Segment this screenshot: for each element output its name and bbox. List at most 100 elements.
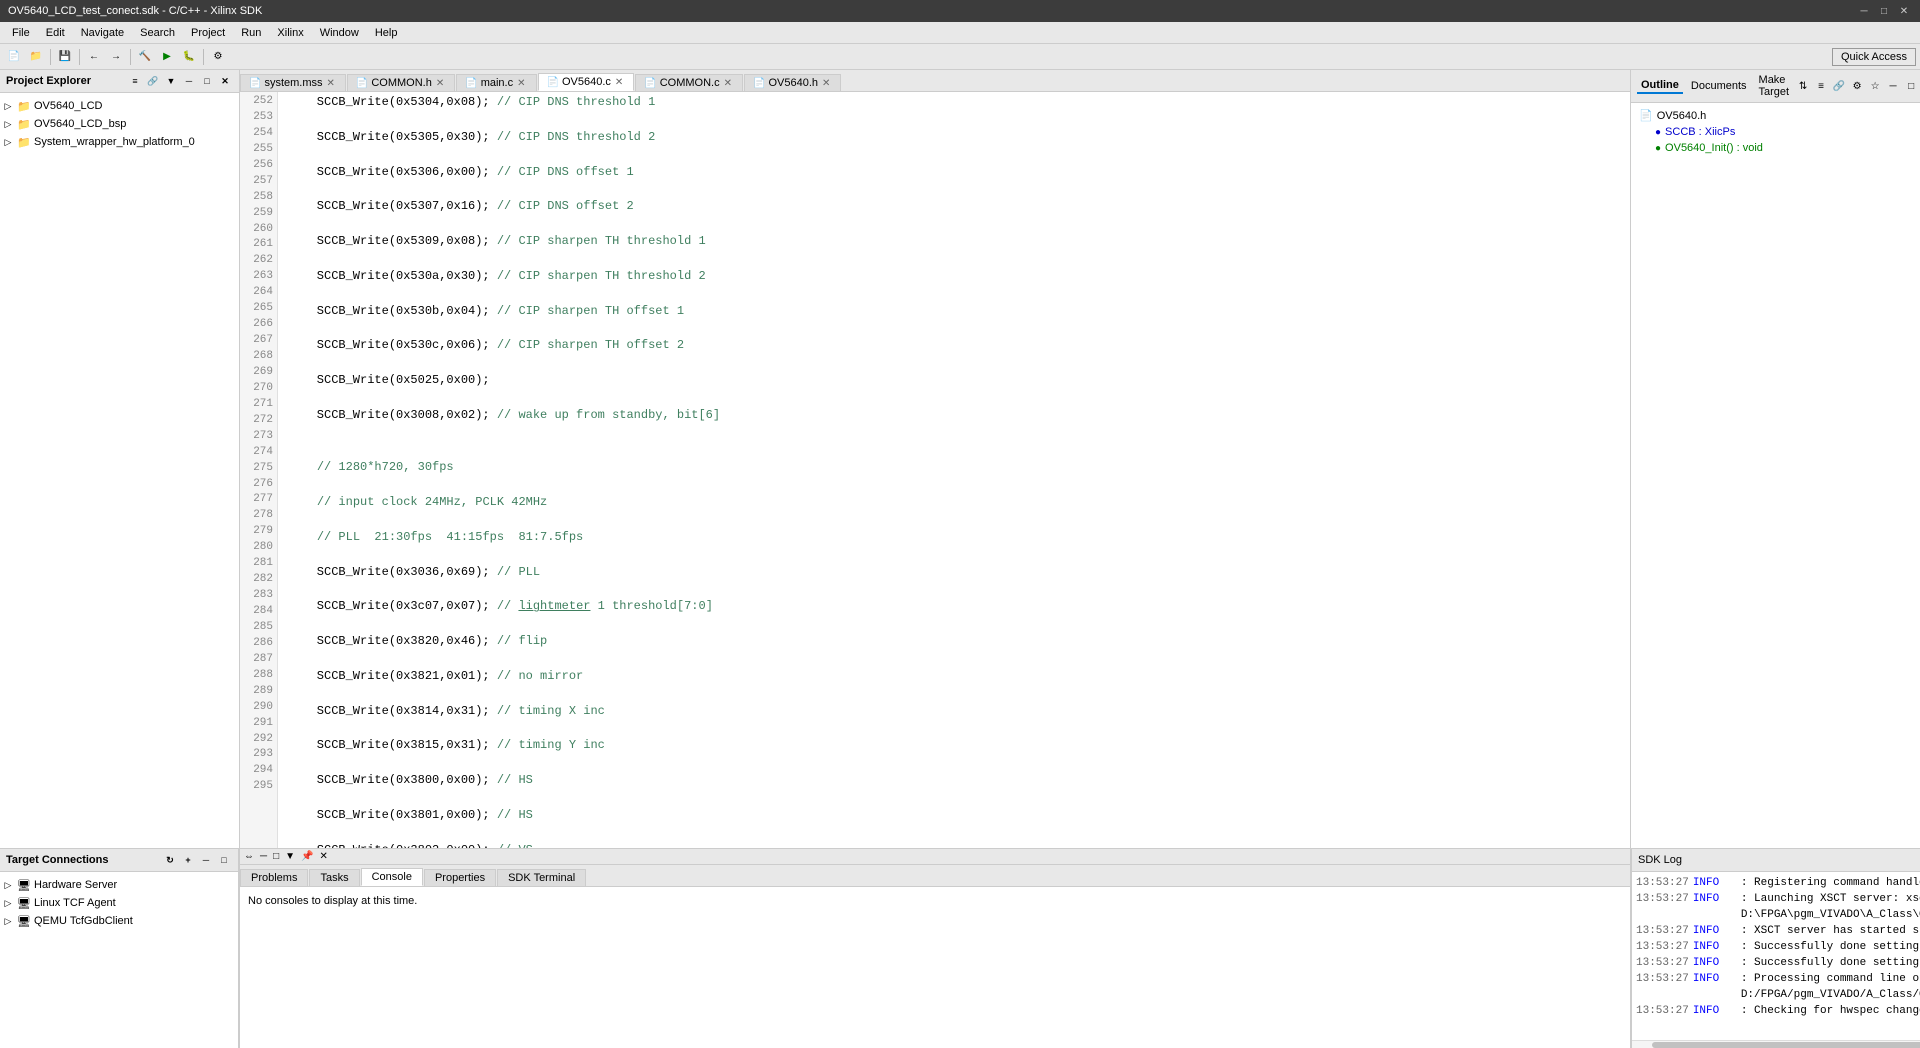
pin-icon[interactable]: 📌: [301, 851, 313, 862]
menu-help[interactable]: Help: [367, 25, 406, 41]
tab-close-icon[interactable]: ✕: [327, 78, 335, 89]
target-qemu[interactable]: ▷ 🖥 QEMU TcfGdbClient: [0, 912, 238, 930]
maximize-panel-icon[interactable]: □: [199, 73, 215, 89]
log-message: : Successfully done setting SDK workspac…: [1741, 956, 1920, 972]
tree-item-ov5640-lcd-bsp[interactable]: ▷ 📁 OV5640_LCD_bsp: [0, 115, 239, 133]
sep4: [203, 49, 204, 65]
filter-icon[interactable]: ≡: [1813, 78, 1829, 94]
maximize-console-icon[interactable]: ⇔: [244, 851, 254, 862]
refresh-icon[interactable]: ↻: [162, 852, 178, 868]
tab-common-h[interactable]: 📄 COMMON.h ✕: [347, 74, 455, 91]
tab-close-icon[interactable]: ✕: [615, 77, 623, 88]
close-panel-icon[interactable]: ✕: [217, 73, 233, 89]
code-line: SCCB_Write(0x5305,0x30); // CIP DNS thre…: [286, 129, 1622, 146]
outline-item-init[interactable]: ● OV5640_Init() : void: [1635, 140, 1916, 156]
tree-item-ov5640-lcd[interactable]: ▷ 📁 OV5640_LCD: [0, 97, 239, 115]
tab-close-icon[interactable]: ✕: [436, 78, 444, 89]
log-message: : XSCT server has started successfully.: [1741, 924, 1920, 940]
outline-item-sccb[interactable]: ● SCCB : XiicPs: [1635, 124, 1916, 140]
log-entry: 13:53:27 INFO : Registering command hand…: [1636, 876, 1920, 892]
scrollbar-thumb[interactable]: [1652, 1042, 1920, 1048]
menu-navigate[interactable]: Navigate: [73, 25, 132, 41]
tab-tasks[interactable]: Tasks: [309, 869, 359, 886]
log-level: INFO: [1693, 972, 1733, 1004]
save-btn[interactable]: 💾: [55, 47, 75, 67]
menu-xilinx[interactable]: Xilinx: [269, 25, 311, 41]
menu-edit[interactable]: Edit: [38, 25, 73, 41]
tab-label: COMMON.h: [371, 77, 432, 89]
maximize-icon[interactable]: □: [216, 852, 232, 868]
sdk-log-scrollbar[interactable]: [1632, 1040, 1920, 1048]
maximize-button[interactable]: □: [1876, 3, 1892, 19]
outline-item-file[interactable]: 📄 OV5640.h: [1635, 107, 1916, 124]
close-button[interactable]: ✕: [1896, 3, 1912, 19]
target-linux-tcf[interactable]: ▷ 🖥 Linux TCF Agent: [0, 894, 238, 912]
tree-item-system-wrapper[interactable]: ▷ 📁 System_wrapper_hw_platform_0: [0, 133, 239, 151]
tab-system-mss[interactable]: 📄 system.mss ✕: [240, 74, 346, 91]
outline-tabs: Outline Documents Make Target: [1637, 73, 1793, 99]
menu-file[interactable]: File: [4, 25, 38, 41]
tab-close-icon[interactable]: ✕: [517, 78, 525, 89]
tab-make-target[interactable]: Make Target: [1755, 73, 1794, 99]
forward-btn[interactable]: →: [106, 47, 126, 67]
options-icon[interactable]: ▼: [285, 851, 295, 862]
menu-project[interactable]: Project: [183, 25, 233, 41]
code-line: SCCB_Write(0x530c,0x06); // CIP sharpen …: [286, 337, 1622, 354]
menu-window[interactable]: Window: [312, 25, 367, 41]
maximize-view-icon[interactable]: □: [273, 851, 279, 862]
log-entry: 13:53:27 INFO : Launching XSCT server: x…: [1636, 892, 1920, 924]
quick-access-button[interactable]: Quick Access: [1832, 48, 1916, 66]
log-message: : Launching XSCT server: xsct.bat -inter…: [1741, 892, 1920, 924]
tree-arrow-icon: ▷: [0, 877, 16, 893]
code-editor[interactable]: SCCB_Write(0x5304,0x08); // CIP DNS thre…: [278, 92, 1630, 848]
minimize-icon[interactable]: ─: [198, 852, 214, 868]
collapse-all-icon[interactable]: ≡: [127, 73, 143, 89]
link-icon[interactable]: 🔗: [1831, 78, 1847, 94]
menu-search[interactable]: Search: [132, 25, 183, 41]
menu-run[interactable]: Run: [233, 25, 269, 41]
settings-btn[interactable]: ⚙: [208, 47, 228, 67]
minimize-outline-icon[interactable]: ─: [1885, 78, 1901, 94]
log-entry: 13:53:27 INFO : Successfully done settin…: [1636, 956, 1920, 972]
tab-ov5640-h[interactable]: 📄 OV5640.h ✕: [744, 74, 841, 91]
sort-icon[interactable]: ⇅: [1795, 78, 1811, 94]
run-btn[interactable]: ▶: [157, 47, 177, 67]
tab-common-c[interactable]: 📄 COMMON.c ✕: [635, 74, 743, 91]
sdk-log-title: SDK Log: [1638, 854, 1682, 866]
target-hardware-server[interactable]: ▷ 🖥 Hardware Server: [0, 876, 238, 894]
tab-ov5640-c[interactable]: 📄 OV5640.c ✕: [538, 73, 635, 91]
tab-sdk-terminal[interactable]: SDK Terminal: [497, 869, 586, 886]
settings-icon[interactable]: ⚙: [1849, 78, 1865, 94]
console-toolbar: ⇔ ─ □ ▼ 📌 ✕: [240, 849, 1630, 865]
collapse-icon[interactable]: ☆: [1867, 78, 1883, 94]
maximize-outline-icon[interactable]: □: [1903, 78, 1919, 94]
new-btn[interactable]: 📄: [4, 47, 24, 67]
minimize-console-icon[interactable]: ─: [260, 851, 267, 862]
tab-documents[interactable]: Documents: [1687, 79, 1751, 93]
minimize-panel-icon[interactable]: ─: [181, 73, 197, 89]
new-menu-icon[interactable]: ▼: [163, 73, 179, 89]
back-btn[interactable]: ←: [84, 47, 104, 67]
tab-main-c[interactable]: 📄 main.c ✕: [456, 74, 536, 91]
build-btn[interactable]: 🔨: [135, 47, 155, 67]
open-btn[interactable]: 📁: [26, 47, 46, 67]
tab-label: Console: [372, 871, 412, 883]
outline-label: OV5640.h: [1657, 110, 1707, 122]
code-line: SCCB_Write(0x5304,0x08); // CIP DNS thre…: [286, 94, 1622, 111]
tab-close-icon[interactable]: ✕: [822, 78, 830, 89]
add-icon[interactable]: +: [180, 852, 196, 868]
tab-close-icon[interactable]: ✕: [724, 78, 732, 89]
debug-btn[interactable]: 🐛: [179, 47, 199, 67]
center-panel: 📄 system.mss ✕ 📄 COMMON.h ✕ 📄 main.c ✕ 📄…: [240, 70, 1630, 1048]
log-level: INFO: [1693, 940, 1733, 956]
log-message: : Successfully done setting XSCT server …: [1741, 940, 1920, 956]
tab-properties[interactable]: Properties: [424, 869, 496, 886]
link-editor-icon[interactable]: 🔗: [145, 73, 161, 89]
tab-problems[interactable]: Problems: [240, 869, 308, 886]
editor-tabs: 📄 system.mss ✕ 📄 COMMON.h ✕ 📄 main.c ✕ 📄…: [240, 70, 1630, 92]
close-icon[interactable]: ✕: [320, 851, 328, 862]
minimize-button[interactable]: ─: [1856, 3, 1872, 19]
tab-label: OV5640.c: [562, 76, 611, 88]
tab-console[interactable]: Console: [361, 868, 423, 886]
tab-outline[interactable]: Outline: [1637, 78, 1683, 94]
